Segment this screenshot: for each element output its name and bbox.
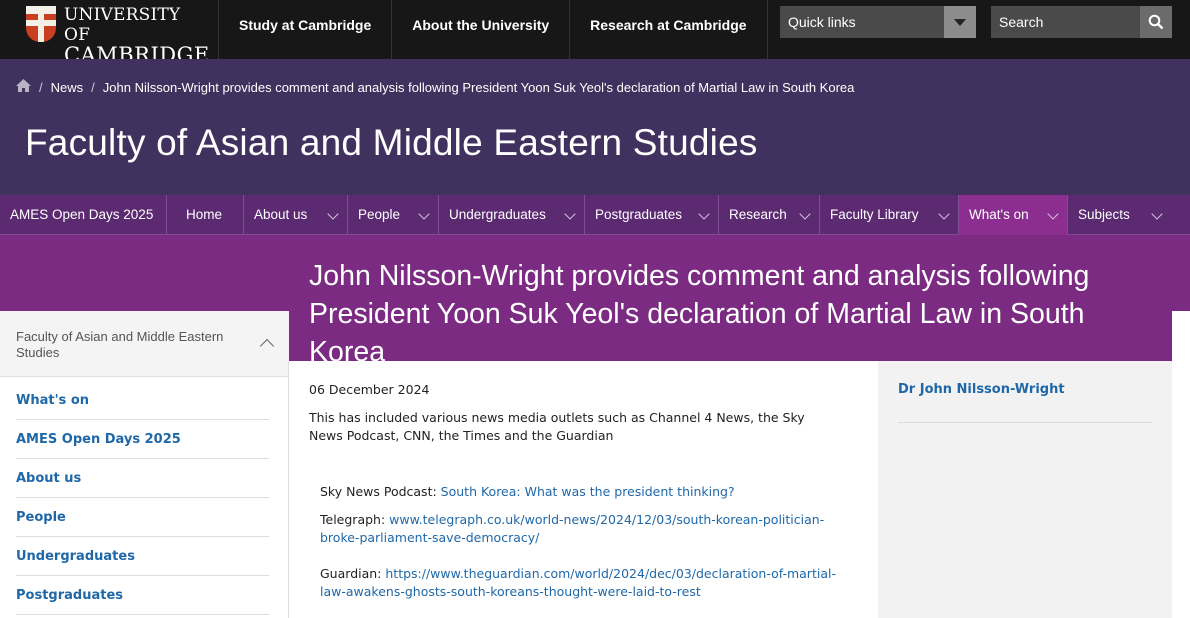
chevron-down-icon <box>954 19 966 26</box>
secnav-label: Postgraduates <box>595 207 683 222</box>
secnav-label: Subjects <box>1078 207 1130 222</box>
university-logo[interactable]: UNIVERSITY OF CAMBRIDGE <box>26 5 209 66</box>
section-nav: AMES Open Days 2025 Home About us People… <box>0 195 1190 235</box>
media-link-item: Sky News Podcast: South Korea: What was … <box>320 483 840 501</box>
media-source: Sky News Podcast: <box>320 484 437 499</box>
secnav-whats-on[interactable]: What's on <box>959 195 1068 235</box>
breadcrumb-home[interactable] <box>16 79 31 95</box>
media-source: Telegraph: <box>320 512 386 527</box>
global-nav: Study at Cambridge About the University … <box>218 0 768 59</box>
sidebar-heading-label: Faculty of Asian and Middle Eastern Stud… <box>16 329 224 360</box>
media-link-item: Guardian: https://www.theguardian.com/wo… <box>320 565 840 601</box>
breadcrumb: / News / John Nilsson-Wright provides co… <box>16 79 854 95</box>
breadcrumb-separator: / <box>91 79 95 95</box>
secnav-home[interactable]: Home <box>167 195 244 235</box>
divider <box>898 422 1152 423</box>
search-icon <box>1148 14 1164 30</box>
media-link-item: Telegraph: www.telegraph.co.uk/world-new… <box>320 511 840 547</box>
chevron-down-icon <box>1047 208 1059 220</box>
nav-research-at-cambridge[interactable]: Research at Cambridge <box>570 0 768 59</box>
secnav-label: What's on <box>969 207 1029 222</box>
secnav-label: Research <box>729 207 787 222</box>
university-wordmark: UNIVERSITY OF CAMBRIDGE <box>64 5 210 66</box>
sidebar-nav: Faculty of Asian and Middle Eastern Stud… <box>0 311 289 618</box>
breadcrumb-current: John Nilsson-Wright provides comment and… <box>102 79 855 95</box>
secnav-label: Home <box>186 207 223 222</box>
secnav-label: People <box>358 207 401 222</box>
sidebar-item-people[interactable]: People <box>16 498 269 537</box>
home-icon <box>16 79 31 92</box>
faculty-header: / News / John Nilsson-Wright provides co… <box>0 59 1190 195</box>
media-link[interactable]: www.telegraph.co.uk/world-news/2024/12/0… <box>320 512 824 545</box>
quick-links-dropdown[interactable]: Quick links <box>780 6 976 38</box>
secnav-label: Faculty Library <box>830 207 919 222</box>
article-title: John Nilsson-Wright provides comment and… <box>309 260 1090 368</box>
media-links: Sky News Podcast: South Korea: What was … <box>320 483 840 599</box>
sidebar-item-about-us[interactable]: About us <box>16 459 269 498</box>
nav-about-the-university[interactable]: About the University <box>392 0 571 59</box>
secnav-about-us[interactable]: About us <box>244 195 348 235</box>
sidebar-item-undergraduates[interactable]: Undergraduates <box>16 537 269 576</box>
secnav-undergraduates[interactable]: Undergraduates <box>439 195 585 235</box>
media-link[interactable]: South Korea: What was the president thin… <box>441 484 735 499</box>
chevron-down-icon <box>327 208 339 220</box>
sidebar-item-postgraduates[interactable]: Postgraduates <box>16 576 269 615</box>
search-box <box>991 6 1172 38</box>
chevron-down-icon <box>564 208 576 220</box>
sidebar-item-ames-open-days[interactable]: AMES Open Days 2025 <box>16 420 269 459</box>
divider <box>288 361 289 618</box>
dropdown-toggle[interactable] <box>944 6 976 38</box>
global-header: UNIVERSITY OF CAMBRIDGE Study at Cambrid… <box>0 0 1190 66</box>
secnav-postgraduates[interactable]: Postgraduates <box>585 195 719 235</box>
university-shield-icon <box>26 6 56 42</box>
chevron-down-icon <box>799 208 811 220</box>
sidebar-list: What's on AMES Open Days 2025 About us P… <box>16 381 269 615</box>
chevron-down-icon <box>418 208 430 220</box>
secnav-label: Undergraduates <box>449 207 546 222</box>
search-button[interactable] <box>1140 6 1172 38</box>
article-intro: This has included various news media out… <box>309 410 805 443</box>
media-source: Guardian: <box>320 566 382 581</box>
sidebar-heading[interactable]: Faculty of Asian and Middle Eastern Stud… <box>0 311 289 377</box>
search-input[interactable] <box>991 6 1141 38</box>
related-people: Dr John Nilsson-Wright <box>878 361 1172 618</box>
secnav-ames-open-days[interactable]: AMES Open Days 2025 <box>0 195 167 235</box>
secnav-faculty-library[interactable]: Faculty Library <box>820 195 959 235</box>
secnav-research[interactable]: Research <box>719 195 820 235</box>
media-link[interactable]: https://www.theguardian.com/world/2024/d… <box>320 566 836 599</box>
secnav-label: About us <box>254 207 308 222</box>
secnav-subjects[interactable]: Subjects <box>1068 195 1171 235</box>
chevron-up-icon <box>259 338 275 354</box>
breadcrumb-separator: / <box>39 79 43 95</box>
person-link[interactable]: Dr John Nilsson-Wright <box>898 382 1065 397</box>
secnav-label: AMES Open Days 2025 <box>10 207 154 222</box>
chevron-down-icon <box>1151 208 1163 220</box>
secnav-people[interactable]: People <box>348 195 439 235</box>
article-date: 06 December 2024 <box>309 382 430 397</box>
wordmark-line-1: UNIVERSITY OF <box>64 5 181 45</box>
quick-links-label: Quick links <box>788 14 856 30</box>
article-title-box: John Nilsson-Wright provides comment and… <box>289 235 1172 368</box>
nav-study-at-cambridge[interactable]: Study at Cambridge <box>218 0 393 59</box>
breadcrumb-news[interactable]: News <box>51 80 84 95</box>
chevron-down-icon <box>938 208 950 220</box>
sidebar-item-whats-on[interactable]: What's on <box>16 381 269 420</box>
chevron-down-icon <box>698 208 710 220</box>
faculty-title[interactable]: Faculty of Asian and Middle Eastern Stud… <box>25 122 758 164</box>
